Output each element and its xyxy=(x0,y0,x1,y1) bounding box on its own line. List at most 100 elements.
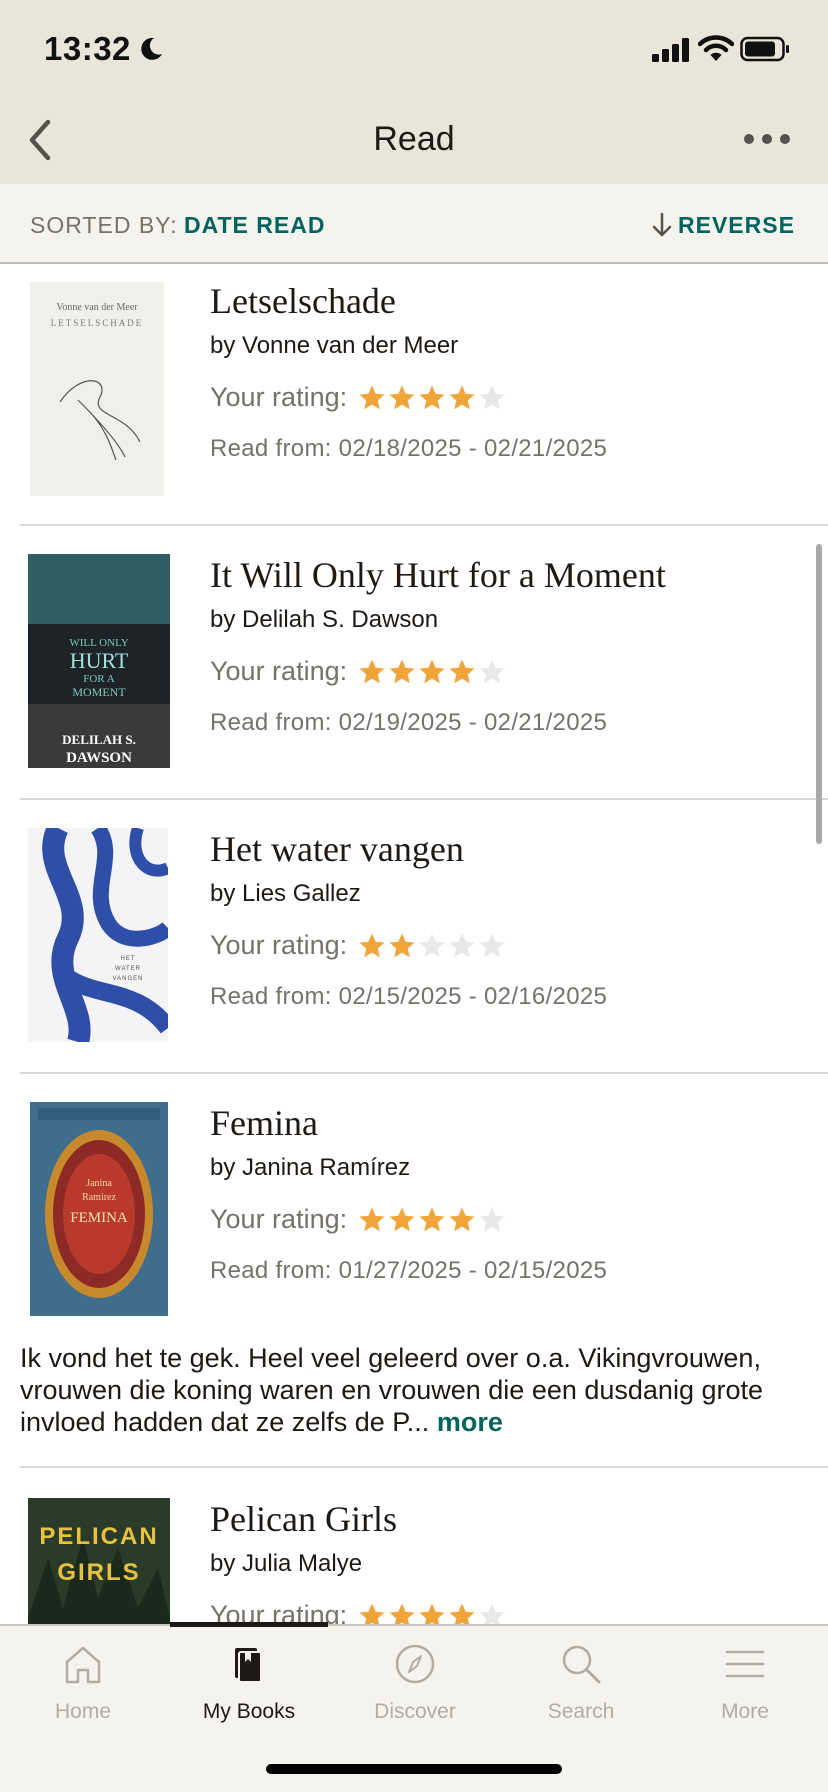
book-title[interactable]: Pelican Girls xyxy=(210,1498,507,1540)
star-filled-icon[interactable] xyxy=(417,383,447,413)
status-time: 13:32 xyxy=(44,30,131,67)
book-cover[interactable]: WILL ONLY HURT FOR A MOMENT DELILAH S. D… xyxy=(28,554,170,768)
star-filled-icon[interactable] xyxy=(357,1601,387,1625)
review-more-link[interactable]: more xyxy=(437,1407,503,1437)
wifi-icon xyxy=(698,35,734,61)
star-empty-icon[interactable] xyxy=(417,931,447,961)
tab-label: Discover xyxy=(374,1700,456,1723)
sort-by-button[interactable]: DATE READ xyxy=(184,212,325,239)
active-tab-indicator xyxy=(170,1622,328,1627)
book-author[interactable]: by Janina Ramírez xyxy=(210,1154,607,1182)
book-cover[interactable]: HET WATER VANGEN xyxy=(28,828,168,1042)
list-item[interactable]: Vonne van der Meer LETSELSCHADE Letselsc… xyxy=(20,266,828,526)
tab-label: My Books xyxy=(202,1700,296,1723)
rating-stars[interactable] xyxy=(357,931,507,961)
battery-icon xyxy=(740,36,789,62)
letselschade-cover-art: Vonne van der Meer LETSELSCHADE xyxy=(51,302,144,461)
star-empty-icon[interactable] xyxy=(477,1601,507,1625)
star-empty-icon[interactable] xyxy=(477,383,507,413)
sort-bar: SORTED BY: DATE READ REVERSE xyxy=(0,184,828,264)
star-filled-icon[interactable] xyxy=(387,1601,417,1625)
tab-search[interactable]: Search xyxy=(498,1640,664,1724)
tab-my-books[interactable]: My Books xyxy=(166,1640,332,1724)
star-filled-icon[interactable] xyxy=(447,1205,477,1235)
star-filled-icon[interactable] xyxy=(387,657,417,687)
page-title: Read xyxy=(373,120,455,158)
svg-text:Ramirez: Ramirez xyxy=(82,1192,116,1203)
rating-label: Your rating: xyxy=(210,382,348,412)
book-author[interactable]: by Julia Malye xyxy=(210,1550,507,1578)
star-filled-icon[interactable] xyxy=(357,1205,387,1235)
book-list[interactable]: Vonne van der Meer LETSELSCHADE Letselsc… xyxy=(0,266,828,1624)
star-filled-icon[interactable] xyxy=(417,657,447,687)
star-filled-icon[interactable] xyxy=(417,1205,447,1235)
svg-text:Vonne van der Meer: Vonne van der Meer xyxy=(56,302,138,313)
svg-text:GIRLS: GIRLS xyxy=(57,1559,140,1586)
book-info: Het water vangen by Lies Gallez Your rat… xyxy=(210,828,607,1011)
rating-stars[interactable] xyxy=(357,383,507,413)
svg-text:PELICAN: PELICAN xyxy=(39,1523,158,1550)
book-author[interactable]: by Vonne van der Meer xyxy=(210,332,607,360)
list-item[interactable]: Janina Ramirez FEMINA Femina by Janina R… xyxy=(20,1074,828,1468)
reverse-sort-button[interactable]: REVERSE xyxy=(650,210,795,240)
star-filled-icon[interactable] xyxy=(417,1601,447,1625)
my-books-icon xyxy=(235,1648,262,1683)
sort-label: SORTED BY: xyxy=(30,212,178,238)
star-empty-icon[interactable] xyxy=(447,931,477,961)
book-title[interactable]: Het water vangen xyxy=(210,828,607,870)
book-title[interactable]: Letselschade xyxy=(210,280,607,322)
svg-text:LETSELSCHADE: LETSELSCHADE xyxy=(51,318,144,328)
star-filled-icon[interactable] xyxy=(387,1205,417,1235)
rating-label: Your rating: xyxy=(210,1600,348,1624)
book-author[interactable]: by Lies Gallez xyxy=(210,880,607,908)
star-filled-icon[interactable] xyxy=(357,657,387,687)
home-icon xyxy=(65,1646,101,1684)
star-filled-icon[interactable] xyxy=(357,383,387,413)
book-author[interactable]: by Delilah S. Dawson xyxy=(210,606,666,634)
star-empty-icon[interactable] xyxy=(477,931,507,961)
rating-stars[interactable] xyxy=(357,657,507,687)
tab-label: Home xyxy=(54,1700,112,1723)
book-info: Femina by Janina Ramírez Your rating: Re… xyxy=(210,1102,607,1285)
reverse-label: REVERSE xyxy=(678,211,795,238)
menu-icon xyxy=(725,1650,765,1678)
water-cover-art: HET WATER VANGEN xyxy=(42,828,168,1042)
star-filled-icon[interactable] xyxy=(357,931,387,961)
rating-row: Your rating: xyxy=(210,1600,507,1624)
pelican-girls-cover-art: PELICAN GIRLS xyxy=(28,1498,170,1624)
svg-text:MOMENT: MOMENT xyxy=(72,685,126,699)
read-dates: Read from: 02/19/2025 - 02/21/2025 xyxy=(210,709,608,736)
svg-text:HET: HET xyxy=(121,956,136,962)
rating-row: Your rating: xyxy=(210,656,666,687)
search-icon xyxy=(562,1645,601,1684)
book-title[interactable]: Femina xyxy=(210,1102,607,1144)
rating-stars[interactable] xyxy=(357,1601,507,1625)
star-filled-icon[interactable] xyxy=(387,931,417,961)
compass-icon xyxy=(395,1644,435,1684)
tab-home[interactable]: Home xyxy=(0,1640,166,1724)
svg-text:DAWSON: DAWSON xyxy=(66,750,132,766)
scrollbar[interactable] xyxy=(816,544,822,844)
rating-label: Your rating: xyxy=(210,930,348,960)
star-filled-icon[interactable] xyxy=(387,383,417,413)
star-filled-icon[interactable] xyxy=(447,657,477,687)
book-cover[interactable]: Janina Ramirez FEMINA xyxy=(30,1102,168,1316)
book-cover[interactable]: PELICAN GIRLS xyxy=(28,1498,170,1624)
list-item[interactable]: PELICAN GIRLS Pelican Girls by Julia Mal… xyxy=(20,1468,828,1624)
star-filled-icon[interactable] xyxy=(447,383,477,413)
list-item[interactable]: WILL ONLY HURT FOR A MOMENT DELILAH S. D… xyxy=(20,526,828,800)
book-title[interactable]: It Will Only Hurt for a Moment xyxy=(210,554,666,596)
star-filled-icon[interactable] xyxy=(447,1601,477,1625)
tab-more[interactable]: More xyxy=(662,1640,828,1724)
read-dates: Read from: 01/27/2025 - 02/15/2025 xyxy=(210,1257,608,1284)
more-options-icon[interactable] xyxy=(740,124,794,154)
rating-row: Your rating: xyxy=(210,1204,607,1235)
tab-discover[interactable]: Discover xyxy=(332,1640,498,1724)
star-empty-icon[interactable] xyxy=(477,1205,507,1235)
rating-stars[interactable] xyxy=(357,1205,507,1235)
star-empty-icon[interactable] xyxy=(477,657,507,687)
list-item[interactable]: HET WATER VANGEN Het water vangen by Lie… xyxy=(20,800,828,1074)
book-cover[interactable]: Vonne van der Meer LETSELSCHADE xyxy=(30,282,164,496)
read-dates: Read from: 02/18/2025 - 02/21/2025 xyxy=(210,435,608,462)
review-text[interactable]: Ik vond het te gek. Heel veel geleerd ov… xyxy=(20,1342,820,1438)
